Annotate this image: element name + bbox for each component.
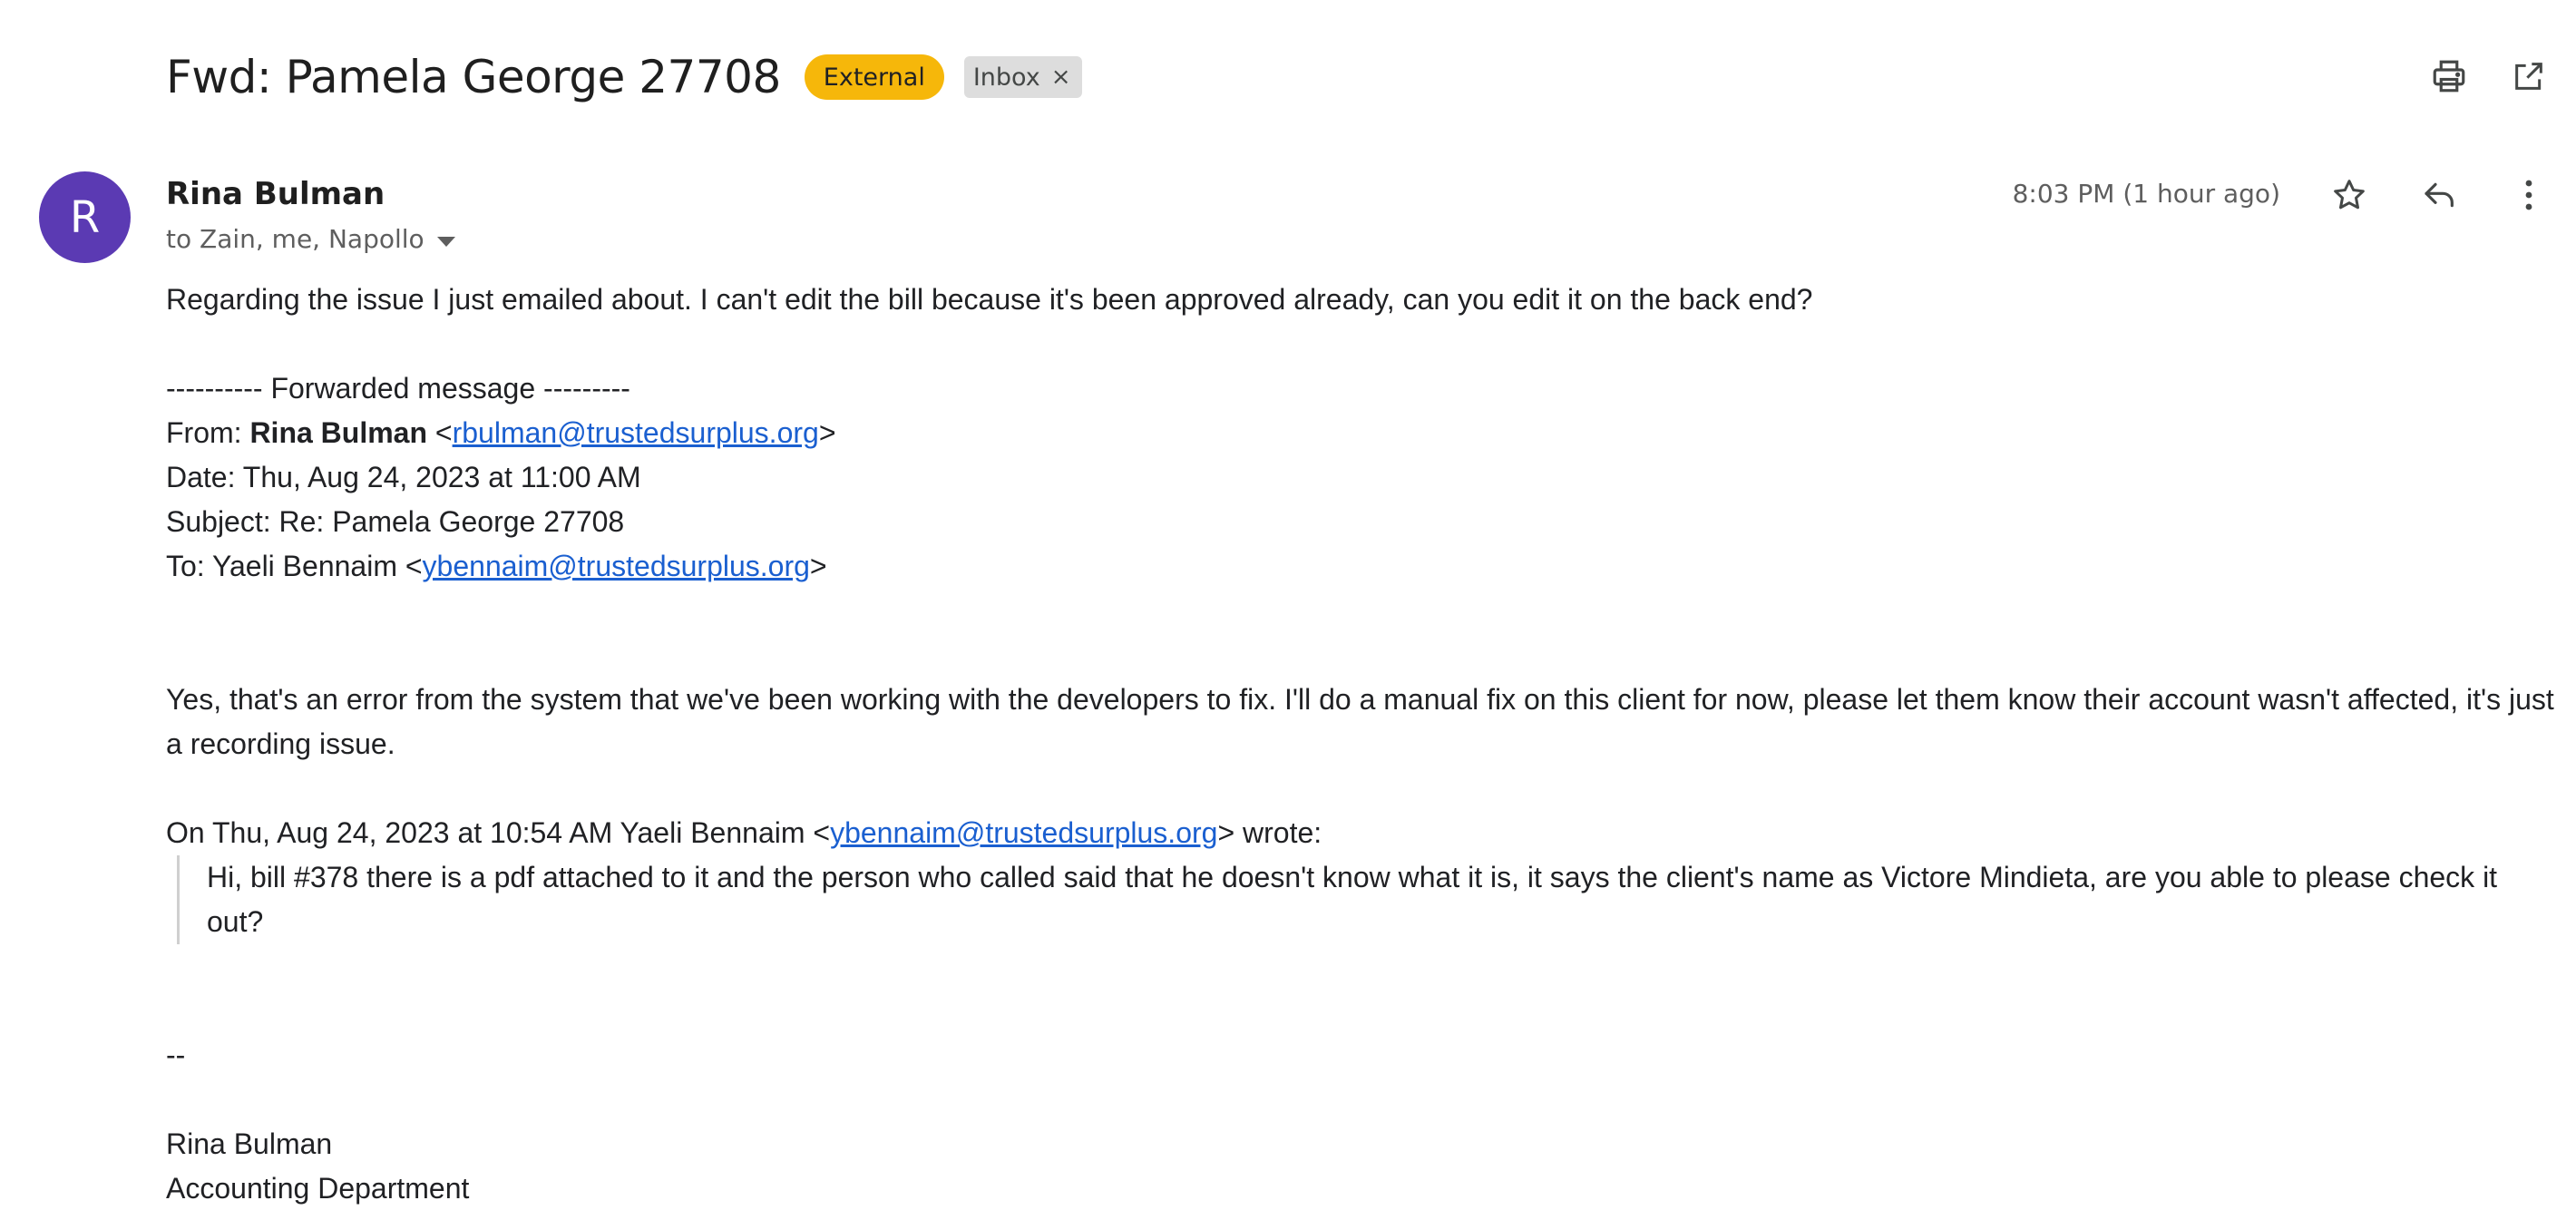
quote-attribution: On Thu, Aug 24, 2023 at 10:54 AM Yaeli B… [166, 811, 2561, 855]
star-icon [2334, 180, 2365, 210]
forwarded-to: To: Yaeli Bennaim <ybennaim@trustedsurpl… [166, 550, 827, 582]
message-timestamp: 8:03 PM (1 hour ago) [2012, 179, 2280, 209]
forwarded-from: From: Rina Bulman <rbulman@trustedsurplu… [166, 416, 836, 449]
quote-email-link[interactable]: ybennaim@trustedsurplus.org [830, 816, 1217, 849]
open-in-new-icon [2515, 63, 2542, 90]
inbox-label-chip: Inbox × [963, 56, 1082, 98]
quoted-message: Hi, bill #378 there is a pdf attached to… [177, 855, 2561, 944]
email-subject: Fwd: Pamela George 27708 [166, 51, 781, 103]
reply-icon [2425, 182, 2454, 208]
to-email-link[interactable]: ybennaim@trustedsurplus.org [423, 550, 810, 582]
signature-department: Accounting Department [166, 1172, 470, 1205]
more-vert-icon [2525, 180, 2532, 210]
remove-label-button[interactable]: × [1051, 65, 1071, 89]
print-button[interactable] [2427, 54, 2471, 98]
forwarded-date: Date: Thu, Aug 24, 2023 at 11:00 AM [166, 461, 641, 493]
star-button[interactable] [2327, 173, 2371, 217]
signature-separator: -- [166, 1039, 186, 1071]
from-email-link[interactable]: rbulman@trustedsurplus.org [453, 416, 819, 449]
body-intro: Regarding the issue I just emailed about… [166, 283, 1813, 316]
more-options-button[interactable] [2507, 173, 2551, 217]
external-badge: External [804, 54, 944, 100]
signature-name: Rina Bulman [166, 1127, 333, 1160]
reply-button[interactable] [2418, 173, 2462, 217]
message-body: Regarding the issue I just emailed about… [166, 278, 2561, 1211]
sender-name[interactable]: Rina Bulman [166, 176, 385, 212]
inbox-label-text: Inbox [972, 63, 1040, 92]
dropdown-arrow-icon [436, 237, 455, 247]
print-icon [2433, 60, 2465, 93]
recipients-text: to Zain, me, Napollo [166, 224, 424, 254]
quote-wrote: > wrote: [1217, 816, 1322, 849]
recipients-details-toggle[interactable] [436, 224, 455, 254]
open-in-new-window-button[interactable] [2507, 54, 2551, 98]
quote-attribution-text: On Thu, Aug 24, 2023 at 10:54 AM Yaeli B… [166, 816, 831, 849]
recipients: to Zain, me, Napollo [166, 224, 455, 254]
forwarded-subject: Subject: Re: Pamela George 27708 [166, 505, 625, 538]
reply-text: Yes, that's an error from the system tha… [166, 683, 2554, 760]
avatar[interactable]: R [39, 171, 131, 263]
forwarded-header: ---------- Forwarded message --------- [166, 372, 630, 405]
subject-row: Fwd: Pamela George 27708 External Inbox … [166, 45, 1082, 109]
to-label: To: Yaeli Bennaim < [166, 550, 423, 582]
from-name: Rina Bulman [249, 416, 428, 449]
from-label: From: [166, 416, 250, 449]
